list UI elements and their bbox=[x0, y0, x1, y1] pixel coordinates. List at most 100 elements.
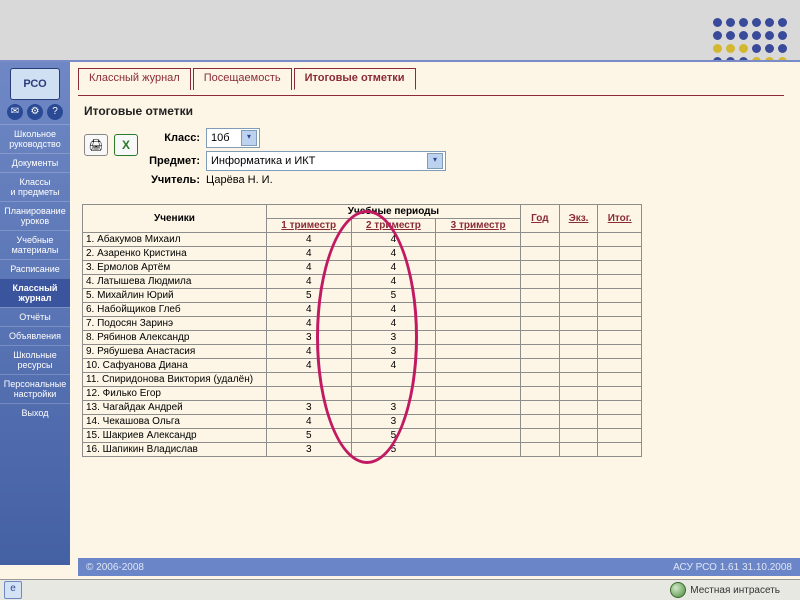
export-excel-button[interactable]: X bbox=[114, 134, 138, 156]
grade-cell-t2[interactable]: 4 bbox=[351, 303, 436, 317]
grade-cell-e[interactable] bbox=[559, 345, 598, 359]
grade-cell-t1[interactable]: 4 bbox=[266, 359, 351, 373]
grade-cell-t2[interactable]: 3 bbox=[351, 331, 436, 345]
grade-cell-e[interactable] bbox=[559, 289, 598, 303]
grade-cell-t3[interactable] bbox=[436, 275, 521, 289]
settings-icon[interactable]: ⚙ bbox=[27, 104, 43, 120]
grade-cell-f[interactable] bbox=[598, 387, 642, 401]
grade-cell-y[interactable] bbox=[520, 261, 559, 275]
grade-cell-f[interactable] bbox=[598, 345, 642, 359]
grade-cell-y[interactable] bbox=[520, 359, 559, 373]
grade-cell-y[interactable] bbox=[520, 303, 559, 317]
tab-1[interactable]: Посещаемость bbox=[193, 68, 292, 90]
grade-cell-t1[interactable]: 3 bbox=[266, 443, 351, 457]
th-final[interactable]: Итог. bbox=[598, 205, 642, 233]
grade-cell-e[interactable] bbox=[559, 303, 598, 317]
nav-item-2[interactable]: Классы и предметы bbox=[0, 172, 70, 201]
grade-cell-t1[interactable]: 3 bbox=[266, 401, 351, 415]
grade-cell-t3[interactable] bbox=[436, 345, 521, 359]
grade-cell-t1[interactable]: 4 bbox=[266, 275, 351, 289]
grade-cell-t2[interactable] bbox=[351, 387, 436, 401]
grade-cell-t3[interactable] bbox=[436, 331, 521, 345]
grade-cell-e[interactable] bbox=[559, 443, 598, 457]
nav-item-11[interactable]: Выход bbox=[0, 403, 70, 422]
grade-cell-e[interactable] bbox=[559, 275, 598, 289]
grade-cell-t1[interactable]: 5 bbox=[266, 289, 351, 303]
nav-item-0[interactable]: Школьное руководство bbox=[0, 124, 70, 153]
grade-cell-t1[interactable]: 5 bbox=[266, 429, 351, 443]
grade-cell-t2[interactable]: 3 bbox=[351, 401, 436, 415]
grade-cell-t2[interactable]: 4 bbox=[351, 275, 436, 289]
grade-cell-t3[interactable] bbox=[436, 443, 521, 457]
th-trimester-3[interactable]: 3 триместр bbox=[436, 219, 521, 233]
grade-cell-y[interactable] bbox=[520, 331, 559, 345]
grade-cell-e[interactable] bbox=[559, 401, 598, 415]
grade-cell-t2[interactable]: 5 bbox=[351, 289, 436, 303]
grade-cell-t3[interactable] bbox=[436, 429, 521, 443]
grade-cell-t2[interactable]: 5 bbox=[351, 429, 436, 443]
grade-cell-f[interactable] bbox=[598, 443, 642, 457]
grade-cell-f[interactable] bbox=[598, 359, 642, 373]
grade-cell-t3[interactable] bbox=[436, 387, 521, 401]
nav-item-4[interactable]: Учебные материалы bbox=[0, 230, 70, 259]
grade-cell-e[interactable] bbox=[559, 247, 598, 261]
nav-item-10[interactable]: Персональные настройки bbox=[0, 374, 70, 403]
grade-cell-e[interactable] bbox=[559, 233, 598, 247]
grade-cell-t1[interactable]: 4 bbox=[266, 247, 351, 261]
help-icon[interactable]: ? bbox=[47, 104, 63, 120]
grade-cell-t2[interactable]: 3 bbox=[351, 345, 436, 359]
grade-cell-t3[interactable] bbox=[436, 317, 521, 331]
grade-cell-t2[interactable]: 4 bbox=[351, 247, 436, 261]
grade-cell-y[interactable] bbox=[520, 387, 559, 401]
nav-item-7[interactable]: Отчёты bbox=[0, 307, 70, 326]
grade-cell-t3[interactable] bbox=[436, 359, 521, 373]
nav-item-5[interactable]: Расписание bbox=[0, 259, 70, 278]
grade-cell-t2[interactable]: 3 bbox=[351, 415, 436, 429]
grade-cell-e[interactable] bbox=[559, 359, 598, 373]
print-button[interactable]: 🖨 bbox=[84, 134, 108, 156]
grade-cell-t2[interactable]: 4 bbox=[351, 317, 436, 331]
grade-cell-t1[interactable] bbox=[266, 373, 351, 387]
grade-cell-f[interactable] bbox=[598, 233, 642, 247]
grade-cell-t3[interactable] bbox=[436, 373, 521, 387]
nav-item-1[interactable]: Документы bbox=[0, 153, 70, 172]
nav-item-6[interactable]: Классный журнал bbox=[0, 278, 70, 307]
grade-cell-f[interactable] bbox=[598, 317, 642, 331]
grade-cell-f[interactable] bbox=[598, 289, 642, 303]
grade-cell-e[interactable] bbox=[559, 429, 598, 443]
th-exam[interactable]: Экз. bbox=[559, 205, 598, 233]
th-trimester-2[interactable]: 2 триместр bbox=[351, 219, 436, 233]
grade-cell-f[interactable] bbox=[598, 331, 642, 345]
grade-cell-e[interactable] bbox=[559, 387, 598, 401]
grade-cell-t1[interactable]: 4 bbox=[266, 303, 351, 317]
tab-2[interactable]: Итоговые отметки bbox=[294, 68, 416, 90]
grade-cell-t3[interactable] bbox=[436, 303, 521, 317]
th-year[interactable]: Год bbox=[520, 205, 559, 233]
grade-cell-e[interactable] bbox=[559, 415, 598, 429]
nav-item-9[interactable]: Школьные ресурсы bbox=[0, 345, 70, 374]
grade-cell-y[interactable] bbox=[520, 415, 559, 429]
grade-cell-y[interactable] bbox=[520, 289, 559, 303]
grade-cell-f[interactable] bbox=[598, 415, 642, 429]
grade-cell-t1[interactable]: 4 bbox=[266, 261, 351, 275]
grade-cell-t1[interactable]: 4 bbox=[266, 233, 351, 247]
grade-cell-y[interactable] bbox=[520, 317, 559, 331]
grade-cell-e[interactable] bbox=[559, 261, 598, 275]
grade-cell-t2[interactable] bbox=[351, 373, 436, 387]
grade-cell-t3[interactable] bbox=[436, 401, 521, 415]
grade-cell-f[interactable] bbox=[598, 261, 642, 275]
grade-cell-t1[interactable] bbox=[266, 387, 351, 401]
tab-0[interactable]: Классный журнал bbox=[78, 68, 191, 90]
grade-cell-y[interactable] bbox=[520, 373, 559, 387]
grade-cell-t3[interactable] bbox=[436, 233, 521, 247]
grade-cell-y[interactable] bbox=[520, 429, 559, 443]
grade-cell-y[interactable] bbox=[520, 233, 559, 247]
grade-cell-f[interactable] bbox=[598, 247, 642, 261]
nav-item-3[interactable]: Планирование уроков bbox=[0, 201, 70, 230]
grade-cell-t2[interactable]: 4 bbox=[351, 261, 436, 275]
grade-cell-y[interactable] bbox=[520, 401, 559, 415]
mail-icon[interactable]: ✉ bbox=[7, 104, 23, 120]
grade-cell-y[interactable] bbox=[520, 443, 559, 457]
select-class[interactable]: 10б ▾ bbox=[206, 128, 260, 148]
nav-item-8[interactable]: Объявления bbox=[0, 326, 70, 345]
